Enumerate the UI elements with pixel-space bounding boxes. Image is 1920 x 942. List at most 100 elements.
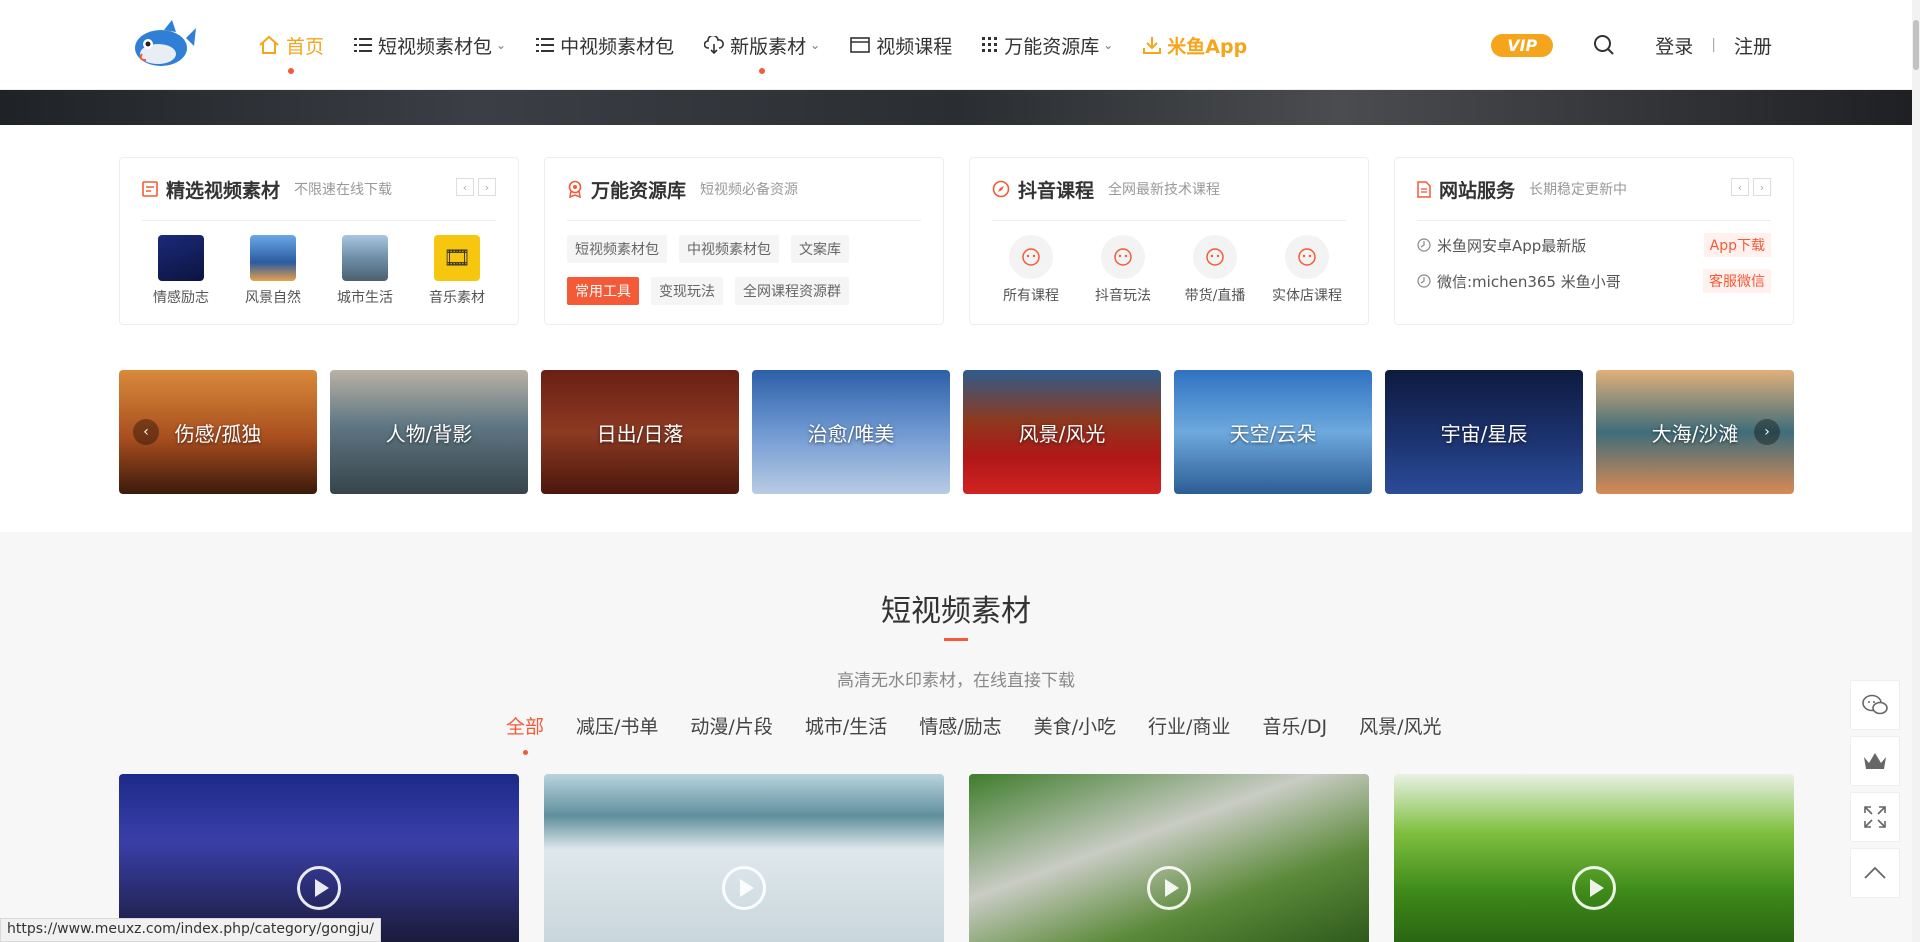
filter-tab[interactable]: 减压/书单	[576, 712, 658, 739]
title-underline	[944, 638, 968, 641]
register-link[interactable]: 注册	[1734, 32, 1772, 59]
course-item[interactable]: 抖音玩法	[1088, 235, 1158, 305]
feature-cards: 精选视频素材 不限速在线下载 ‹ › 情感励志 风景自然 城市生活 🎞 音乐素材	[119, 157, 1794, 325]
chevron-left-icon[interactable]: ‹	[1731, 178, 1749, 196]
cloud-download-icon	[704, 36, 724, 54]
app-download-button[interactable]: App下载	[1703, 233, 1771, 257]
category-tile[interactable]: 人物/背影	[330, 370, 528, 494]
site-header: 首页 短视频素材包 ⌄ 中视频素材包 新版素材 ⌄ 视频课程 万能资源库 ⌄ 米…	[0, 0, 1912, 90]
card-title: 抖音课程	[1018, 179, 1095, 202]
featured-item[interactable]: 城市生活	[330, 235, 400, 307]
award-icon	[568, 180, 582, 198]
chevron-down-icon: ⌄	[496, 38, 507, 52]
filter-tab[interactable]: 风景/风光	[1359, 712, 1441, 739]
nav-miyu-app[interactable]: 米鱼App	[1143, 0, 1247, 90]
wechat-icon[interactable]	[1850, 680, 1900, 730]
play-icon[interactable]	[297, 866, 341, 910]
category-tile[interactable]: 天空/云朵	[1174, 370, 1372, 494]
filter-tab[interactable]: 城市/生活	[805, 712, 887, 739]
login-link[interactable]: 登录	[1655, 32, 1693, 59]
category-label: 大海/沙滩	[1651, 421, 1739, 446]
course-item[interactable]: 所有课程	[996, 235, 1066, 305]
card-subtitle: 长期稳定更新中	[1529, 182, 1628, 198]
filter-tab[interactable]: 美食/小吃	[1034, 712, 1116, 739]
nav-resource-library-label: 万能资源库	[1004, 35, 1100, 58]
scrollbar-thumb[interactable]	[1913, 20, 1919, 70]
site-logo[interactable]	[128, 16, 198, 72]
emotion-thumb-icon	[158, 235, 204, 281]
filter-tab[interactable]: 动漫/片段	[690, 712, 772, 739]
nav-video-courses-label: 视频课程	[876, 35, 953, 58]
category-tile[interactable]: 日出/日落	[541, 370, 739, 494]
video-card[interactable]	[1394, 774, 1794, 942]
course-item[interactable]: 带货/直播	[1180, 235, 1250, 305]
category-label: 宇宙/星辰	[1440, 421, 1528, 446]
card-subtitle: 不限速在线下载	[294, 182, 393, 198]
nav-home[interactable]: 首页	[258, 0, 324, 90]
chat-bubble-icon	[1009, 235, 1053, 279]
resource-tag[interactable]: 短视频素材包	[567, 235, 667, 263]
item-label: 城市生活	[337, 290, 393, 306]
filter-tab-active[interactable]: 全部	[506, 712, 544, 755]
card-header: 精选视频素材 不限速在线下载	[142, 176, 496, 221]
chat-bubble-icon	[1101, 235, 1145, 279]
video-card[interactable]	[969, 774, 1369, 942]
nav-video-courses[interactable]: 视频课程	[850, 0, 952, 90]
video-card[interactable]	[544, 774, 944, 942]
music-thumb-icon: 🎞	[434, 235, 480, 281]
play-icon[interactable]	[722, 866, 766, 910]
nav-medium-video-pack[interactable]: 中视频素材包	[536, 0, 674, 90]
page-scrollbar[interactable]	[1912, 0, 1920, 942]
chevron-right-icon[interactable]: ›	[478, 178, 496, 196]
category-tile[interactable]: 宇宙/星辰	[1385, 370, 1583, 494]
card-resource-library: 万能资源库 短视频必备资源 短视频素材包 中视频素材包 文案库 常用工具 变现玩…	[544, 157, 944, 325]
item-label: 所有课程	[1003, 288, 1059, 304]
compass-icon	[992, 180, 1010, 198]
resource-tag[interactable]: 文案库	[791, 235, 849, 263]
back-to-top-icon[interactable]	[1850, 848, 1900, 898]
category-tile[interactable]: ‹ 伤感/孤独	[119, 370, 317, 494]
play-icon[interactable]	[1147, 866, 1191, 910]
carousel-prev-icon[interactable]: ‹	[133, 419, 159, 445]
play-icon[interactable]	[1572, 866, 1616, 910]
category-tile[interactable]: 大海/沙滩 ›	[1596, 370, 1794, 494]
resource-tag[interactable]: 全网课程资源群	[735, 277, 849, 305]
carousel-next-icon[interactable]: ›	[1754, 419, 1780, 445]
card-title: 网站服务	[1439, 179, 1516, 202]
service-row: 微信:michen365 米鱼小哥 客服微信	[1417, 269, 1771, 293]
vip-badge[interactable]: VIP	[1491, 33, 1554, 57]
item-label: 抖音玩法	[1095, 288, 1151, 304]
filter-tab[interactable]: 音乐/DJ	[1262, 712, 1327, 739]
featured-item[interactable]: 情感励志	[146, 235, 216, 307]
featured-item[interactable]: 🎞 音乐素材	[422, 235, 492, 307]
resource-tag-highlighted[interactable]: 常用工具	[567, 277, 639, 305]
city-thumb-icon	[342, 235, 388, 281]
nav-new-materials[interactable]: 新版素材 ⌄	[704, 0, 820, 90]
card-header: 网站服务 长期稳定更新中	[1417, 176, 1771, 221]
customer-service-button[interactable]: 客服微信	[1703, 269, 1771, 293]
card-header: 抖音课程 全网最新技术课程	[992, 176, 1346, 221]
chevron-right-icon[interactable]: ›	[1753, 178, 1771, 196]
video-card[interactable]	[119, 774, 519, 942]
category-tile[interactable]: 治愈/唯美	[752, 370, 950, 494]
chevron-left-icon[interactable]: ‹	[456, 178, 474, 196]
download-icon	[1143, 36, 1162, 54]
featured-item[interactable]: 风景自然	[238, 235, 308, 307]
category-carousel: ‹ 伤感/孤独 人物/背影 日出/日落 治愈/唯美 风景/风光 天空/云朵 宇宙…	[119, 370, 1794, 494]
document-icon	[142, 181, 158, 197]
category-label: 天空/云朵	[1229, 421, 1317, 446]
crown-icon[interactable]	[1850, 736, 1900, 786]
category-tile[interactable]: 风景/风光	[963, 370, 1161, 494]
filter-tab[interactable]: 情感/励志	[919, 712, 1001, 739]
card-featured-videos: 精选视频素材 不限速在线下载 ‹ › 情感励志 风景自然 城市生活 🎞 音乐素材	[119, 157, 519, 325]
search-icon[interactable]	[1593, 34, 1615, 56]
fullscreen-icon[interactable]	[1850, 792, 1900, 842]
course-item[interactable]: 实体店课程	[1272, 235, 1342, 305]
nav-short-video-pack[interactable]: 短视频素材包 ⌄	[354, 0, 506, 90]
landscape-thumb-icon	[250, 235, 296, 281]
nav-resource-library[interactable]: 万能资源库 ⌄	[982, 0, 1113, 90]
chat-bubble-icon	[1285, 235, 1329, 279]
resource-tag[interactable]: 中视频素材包	[679, 235, 779, 263]
filter-tab[interactable]: 行业/商业	[1148, 712, 1230, 739]
resource-tag[interactable]: 变现玩法	[651, 277, 723, 305]
